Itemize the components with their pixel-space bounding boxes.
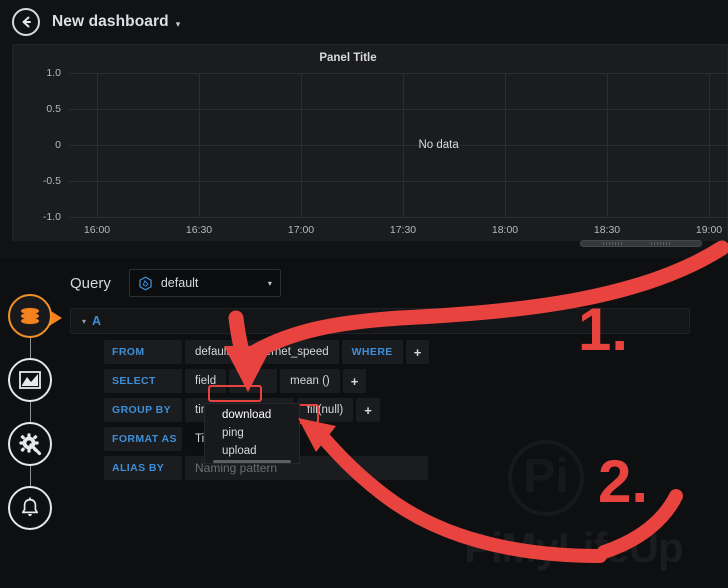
- field-dropdown-menu[interactable]: download ping upload: [204, 403, 300, 464]
- dropdown-item-ping[interactable]: ping: [205, 424, 299, 442]
- gridline-horizontal: 0: [55, 139, 728, 151]
- gridline-vertical: 16:00: [84, 73, 110, 236]
- add-groupby-button[interactable]: +: [356, 398, 380, 422]
- grafana-logo-icon: [21, 307, 39, 325]
- panel-title: Panel Title: [319, 52, 377, 64]
- influxdb-icon: [139, 275, 152, 291]
- nav-item-visualization[interactable]: [8, 358, 52, 402]
- x-tick-label: 18:00: [491, 224, 519, 236]
- dropdown-scrollbar[interactable]: [213, 460, 291, 463]
- gridline-vertical: 17:00: [288, 73, 314, 236]
- query-builder-row-select: SELECT field mean () +: [104, 369, 694, 393]
- annotation-step-2: 2.: [598, 448, 649, 515]
- grafana-dashboard-editor: New dashboard ▾ Panel Title 1.0 0.5 0 -0…: [0, 0, 728, 588]
- row-key-formatas: FORMAT AS: [104, 427, 182, 451]
- nav-item-grafana-logo[interactable]: [8, 294, 62, 338]
- x-tick-label: 18:30: [593, 224, 621, 236]
- query-refid-label: A: [92, 314, 102, 328]
- from-measurement-segment[interactable]: internet_speed: [242, 340, 339, 364]
- select-field-label: field: [185, 369, 227, 393]
- row-key-aliasby: ALIAS BY: [104, 456, 182, 480]
- chevron-down-icon[interactable]: ▾: [82, 317, 86, 326]
- graph-panel[interactable]: Panel Title 1.0 0.5 0 -0.5 -1.0 16:00 16…: [12, 44, 728, 241]
- panel-visualization-icon: [19, 371, 41, 389]
- dropdown-item-download[interactable]: download: [205, 406, 299, 424]
- from-policy-segment[interactable]: default: [185, 340, 240, 364]
- x-tick-label: 16:00: [83, 224, 111, 236]
- y-tick-label: 0.5: [46, 103, 61, 115]
- y-tick-label: -0.5: [42, 175, 61, 187]
- groupby-fill-segment[interactable]: fill(null): [296, 398, 354, 422]
- dashboard-title[interactable]: New dashboard: [52, 13, 169, 31]
- datasource-picker[interactable]: default ▾: [128, 269, 281, 297]
- add-where-button[interactable]: +: [405, 340, 430, 364]
- select-field-value-input[interactable]: [229, 369, 278, 393]
- x-tick-label: 16:30: [185, 224, 213, 236]
- row-key-from: FROM: [104, 340, 182, 364]
- row-key-select: SELECT: [104, 369, 182, 393]
- annotation-step-1: 1.: [578, 296, 629, 363]
- x-tick-label: 17:30: [389, 224, 417, 236]
- y-tick-label: -1.0: [42, 211, 61, 223]
- gridline-horizontal: -1.0: [43, 211, 728, 223]
- x-tick-label: 17:00: [287, 224, 315, 236]
- gridline-vertical: 19:00: [696, 73, 722, 236]
- chevron-down-icon[interactable]: ▾: [268, 279, 272, 288]
- query-section-label: Query: [70, 274, 111, 292]
- y-tick-label: 1.0: [46, 67, 61, 79]
- y-tick-label: 0: [55, 139, 61, 151]
- no-data-message: No data: [418, 139, 459, 151]
- gridline-horizontal: 0.5: [46, 103, 728, 115]
- nav-item-settings[interactable]: [8, 422, 52, 466]
- add-select-part-button[interactable]: +: [342, 369, 367, 393]
- gridline-vertical: 17:30: [390, 73, 416, 236]
- settings-gear-icon: [19, 433, 42, 456]
- alert-bell-icon: [21, 497, 39, 517]
- gridline-vertical: 16:30: [186, 73, 212, 236]
- query-builder-row-groupby: GROUP BY time ($__interval) fill(null) +: [104, 398, 694, 422]
- where-label: WHERE: [341, 340, 403, 364]
- gridline-vertical: 18:30: [594, 73, 620, 236]
- dashboard-title-caret-icon[interactable]: ▾: [176, 19, 181, 30]
- query-header: Query default ▾: [70, 269, 281, 297]
- top-bar: New dashboard ▾: [0, 0, 728, 44]
- gridline-vertical: 18:00: [492, 73, 518, 236]
- datasource-name: default: [160, 276, 199, 290]
- arrow-left-circle-icon: [22, 16, 31, 28]
- back-button[interactable]: [12, 8, 40, 36]
- select-aggregation-segment[interactable]: mean (): [280, 369, 340, 393]
- panel-resize-handle[interactable]: [580, 240, 702, 247]
- gridline-horizontal: -0.5: [43, 175, 728, 187]
- row-key-groupby: GROUP BY: [104, 398, 182, 422]
- dropdown-item-upload[interactable]: upload: [205, 442, 299, 460]
- nav-item-alert[interactable]: [8, 486, 52, 530]
- gridline-horizontal: 1.0: [46, 67, 728, 79]
- plot-area: 1.0 0.5 0 -0.5 -1.0 16:00 16:30 17:00 17…: [43, 67, 728, 236]
- x-tick-label: 19:00: [695, 224, 723, 236]
